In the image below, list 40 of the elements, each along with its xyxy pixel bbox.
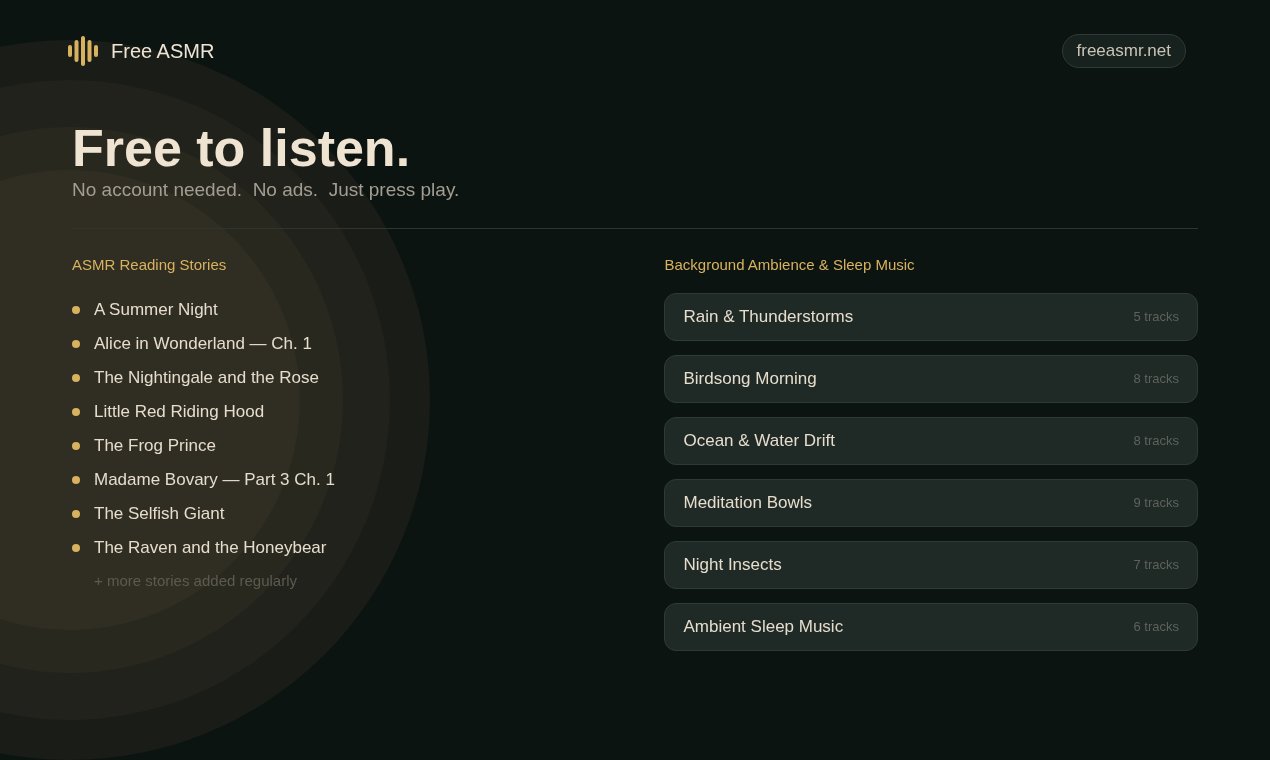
track-count: 7 tracks (1133, 556, 1179, 575)
bullet-icon (72, 544, 80, 552)
playlist-title: Rain & Thunderstorms (683, 306, 854, 329)
playlist-card[interactable]: Ambient Sleep Music 6 tracks (664, 603, 1198, 651)
playlist-card[interactable]: Ocean & Water Drift 8 tracks (664, 417, 1198, 465)
hero-subtitle: No account needed. No ads. Just press play. (72, 178, 461, 202)
track-count: 9 tracks (1133, 494, 1179, 513)
playlist-title: Birdsong Morning (683, 368, 817, 391)
section-heading: ASMR Reading Stories (72, 255, 228, 275)
playlist-title: Ambient Sleep Music (683, 616, 844, 639)
story-link[interactable]: Little Red Riding Hood (94, 399, 265, 425)
site-link[interactable]: freeasmr.net (1061, 34, 1186, 68)
bullet-icon (72, 442, 80, 450)
playlist-card[interactable]: Rain & Thunderstorms 5 tracks (664, 293, 1198, 341)
playlist-card[interactable]: Night Insects 7 tracks (664, 541, 1198, 589)
bullet-icon (72, 510, 80, 518)
track-count: 5 tracks (1133, 308, 1179, 327)
hero-title: Free to listen. (72, 118, 412, 178)
bullet-icon (72, 306, 80, 314)
bullet-icon (72, 340, 80, 348)
playlist-card[interactable]: Meditation Bowls 9 tracks (664, 479, 1198, 527)
playlist-title: Meditation Bowls (683, 492, 812, 515)
brand-name: Free ASMR (111, 39, 215, 64)
story-link[interactable]: Alice in Wonderland — Ch. 1 (94, 331, 312, 357)
bullet-icon (72, 408, 80, 416)
playlist-title: Night Insects (683, 554, 782, 577)
story-link[interactable]: The Selfish Giant (94, 501, 225, 527)
story-link[interactable]: The Nightingale and the Rose (94, 365, 319, 391)
track-count: 8 tracks (1133, 370, 1179, 389)
story-link[interactable]: Madame Bovary — Part 3 Ch. 1 (94, 467, 335, 493)
track-count: 6 tracks (1133, 618, 1179, 637)
bullet-icon (72, 374, 80, 382)
bullet-icon (72, 476, 80, 484)
story-link[interactable]: A Summer Night (94, 297, 218, 323)
section-heading: Background Ambience & Sleep Music (664, 255, 916, 275)
story-link[interactable]: The Frog Prince (94, 433, 216, 459)
playlist-title: Ocean & Water Drift (683, 430, 835, 453)
track-count: 8 tracks (1133, 432, 1179, 451)
playlist-card[interactable]: Birdsong Morning 8 tracks (664, 355, 1198, 403)
story-link[interactable]: The Raven and the Honeybear (94, 535, 327, 561)
